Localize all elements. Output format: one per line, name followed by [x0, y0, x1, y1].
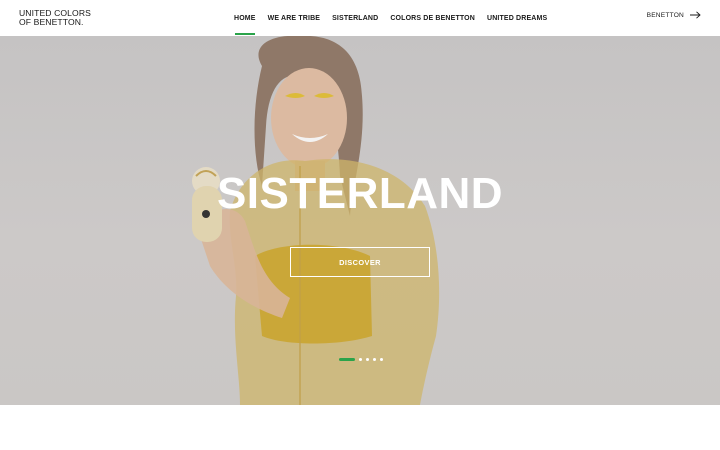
benetton-logo[interactable]: UNITED COLORS OF BENETTON.	[19, 9, 109, 27]
carousel-dot-2[interactable]	[359, 358, 362, 361]
discover-button[interactable]: DISCOVER	[290, 247, 430, 277]
arrow-right-icon	[690, 11, 701, 19]
main-nav: HOME WE ARE TRIBE SISTERLAND COLORS DE B…	[228, 0, 553, 36]
nav-item-united-dreams[interactable]: UNITED DREAMS	[481, 0, 553, 36]
nav-item-home[interactable]: HOME	[228, 0, 262, 36]
carousel-dot-1[interactable]	[339, 358, 355, 361]
carousel-dots	[339, 358, 383, 361]
benetton-link[interactable]: BENETTON	[647, 11, 701, 19]
site-header: UNITED COLORS OF BENETTON. HOME WE ARE T…	[0, 0, 720, 36]
carousel-dot-4[interactable]	[373, 358, 376, 361]
nav-item-sisterland[interactable]: SISTERLAND	[326, 0, 384, 36]
logo-line-2: OF BENETTON.	[19, 17, 84, 27]
carousel-dot-3[interactable]	[366, 358, 369, 361]
content-below-hero	[0, 405, 720, 450]
hero-title: SISTERLAND	[216, 169, 504, 218]
page: UNITED COLORS OF BENETTON. HOME WE ARE T…	[0, 0, 720, 450]
hero-banner: SISTERLAND DISCOVER	[0, 36, 720, 405]
benetton-link-label: BENETTON	[646, 11, 684, 19]
hero-overlay	[0, 36, 720, 405]
nav-item-colors-de-benetton[interactable]: COLORS DE BENETTON	[384, 0, 481, 36]
carousel-dot-5[interactable]	[380, 358, 383, 361]
nav-item-we-are-tribe[interactable]: WE ARE TRIBE	[262, 0, 327, 36]
